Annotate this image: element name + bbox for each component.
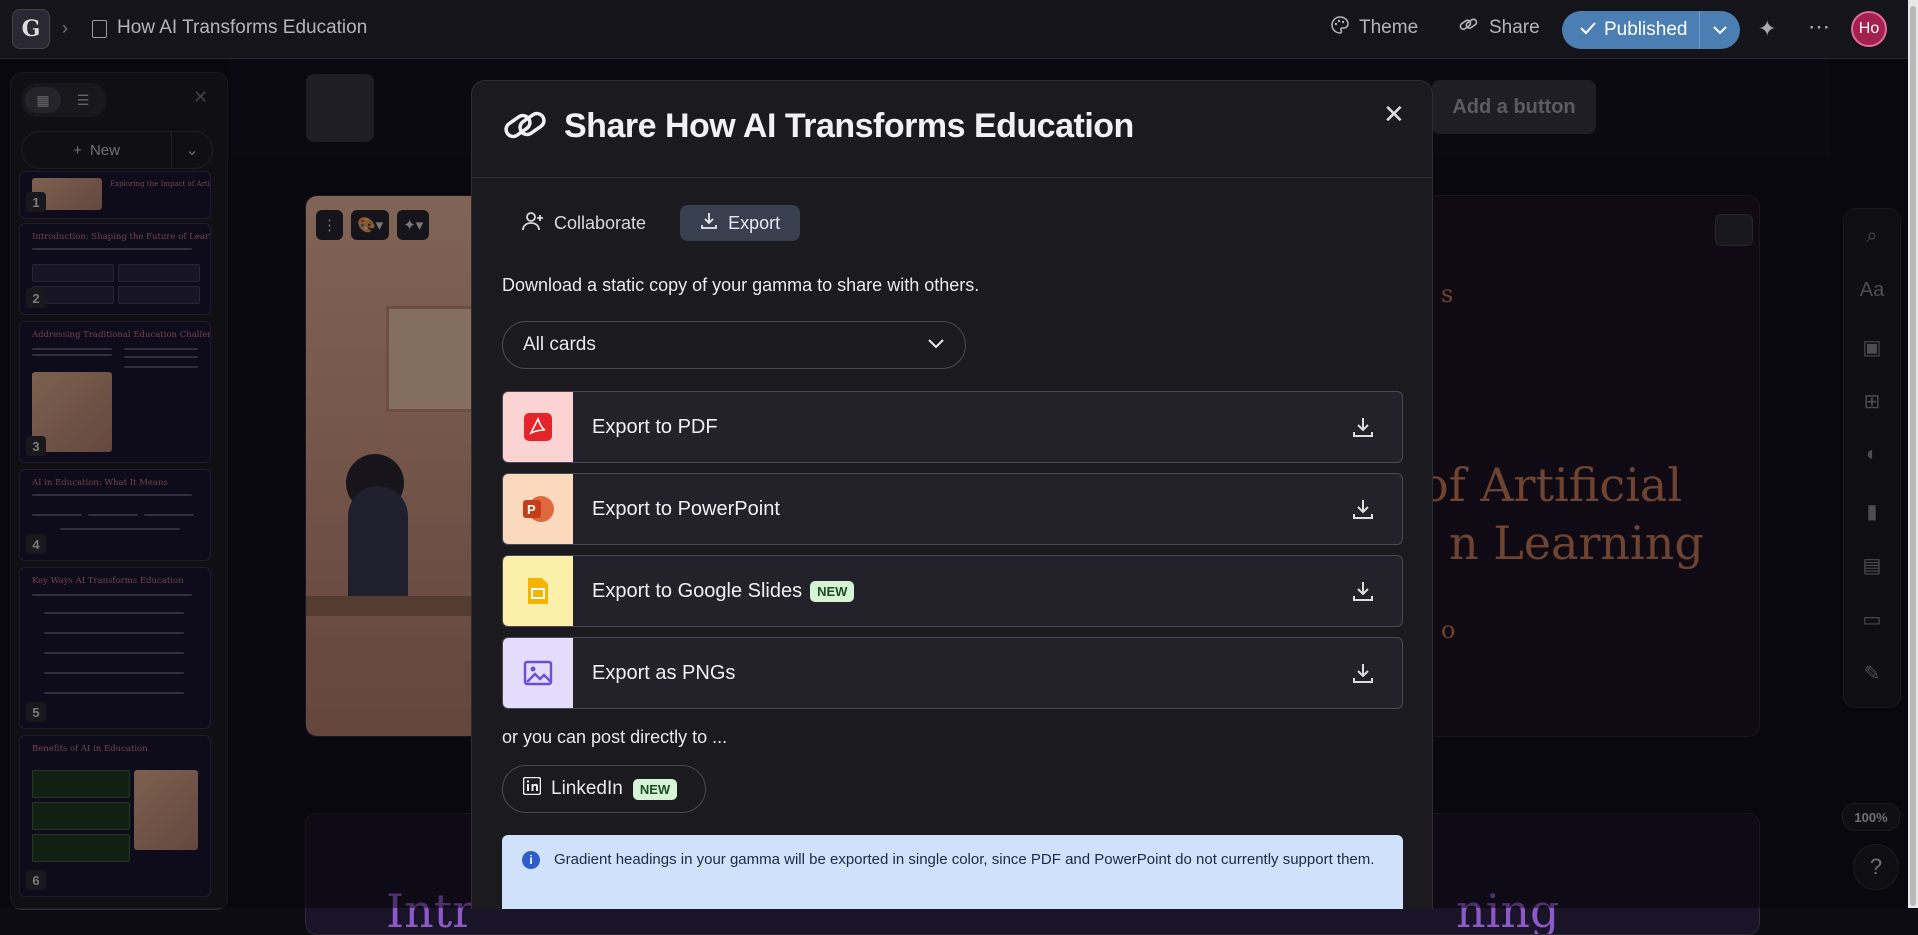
share-button[interactable]: Share — [1459, 16, 1540, 40]
tab-label: Export — [728, 212, 781, 233]
download-icon[interactable] — [1352, 662, 1374, 689]
sparkle-icon[interactable]: ✦ — [1758, 16, 1776, 42]
published-button[interactable]: Published — [1562, 11, 1740, 49]
powerpoint-icon: P — [503, 474, 573, 544]
more-icon[interactable]: ⋯ — [1808, 14, 1831, 40]
page-scrollbar[interactable] — [1908, 0, 1918, 908]
published-label: Published — [1604, 19, 1688, 40]
gamma-logo[interactable]: G — [12, 9, 50, 49]
link-icon — [502, 105, 548, 150]
tab-export[interactable]: Export — [680, 205, 801, 241]
image-icon — [503, 638, 573, 708]
theme-label: Theme — [1359, 17, 1419, 38]
post-directly-text: or you can post directly to ... — [502, 727, 728, 747]
google-slides-icon — [503, 556, 573, 626]
export-pngs-row[interactable]: Export as PNGs — [502, 637, 1403, 709]
info-text: Gradient headings in your gamma will be … — [554, 851, 1375, 868]
close-icon[interactable]: ✕ — [1383, 99, 1405, 130]
new-badge: NEW — [632, 778, 678, 800]
document-icon — [92, 20, 107, 38]
download-icon[interactable] — [1352, 498, 1374, 525]
download-icon[interactable] — [1352, 416, 1374, 443]
export-description: Download a static copy of your gamma to … — [502, 275, 980, 295]
gradient-info-notice: i Gradient headings in your gamma will b… — [502, 835, 1403, 909]
add-person-icon — [522, 211, 544, 236]
palette-icon — [1331, 16, 1349, 40]
linkedin-button[interactable]: LinkedIn NEW — [502, 765, 706, 813]
new-badge: NEW — [810, 580, 855, 602]
pdf-icon — [503, 392, 573, 462]
export-label: Export to PowerPoint — [592, 497, 780, 520]
modal-title: Share How AI Transforms Education — [564, 107, 1134, 145]
linkedin-label: LinkedIn — [551, 778, 623, 799]
download-icon — [700, 212, 718, 235]
chevron-down-icon[interactable] — [1698, 11, 1740, 49]
chevron-right-icon: › — [62, 18, 68, 38]
export-label: Export to PDF — [592, 415, 718, 438]
theme-button[interactable]: Theme — [1331, 16, 1418, 40]
download-icon[interactable] — [1352, 580, 1374, 607]
chevron-down-icon — [927, 334, 945, 356]
svg-text:P: P — [527, 502, 536, 517]
tab-label: Collaborate — [554, 212, 647, 233]
info-icon: i — [522, 851, 540, 869]
modal-header: Share How AI Transforms Education ✕ — [472, 81, 1432, 178]
export-google-slides-row[interactable]: Export to Google Slides NEW — [502, 555, 1403, 627]
export-label: Export as PNGs — [592, 661, 736, 684]
share-label: Share — [1489, 17, 1540, 38]
tab-collaborate[interactable]: Collaborate — [502, 205, 666, 241]
doc-title[interactable]: How AI Transforms Education — [117, 17, 367, 39]
link-icon — [1459, 16, 1479, 40]
share-modal: Share How AI Transforms Education ✕ Coll… — [471, 80, 1433, 909]
top-bar: G › How AI Transforms Education Theme Sh… — [0, 0, 1918, 59]
avatar[interactable]: Ho — [1851, 11, 1887, 47]
share-tabs: Collaborate Export — [502, 205, 801, 241]
check-icon — [1580, 19, 1596, 41]
linkedin-icon — [522, 776, 542, 801]
export-label: Export to Google Slides — [592, 579, 803, 602]
select-value: All cards — [523, 334, 596, 355]
export-pdf-row[interactable]: Export to PDF — [502, 391, 1403, 463]
cards-select[interactable]: All cards — [502, 321, 966, 369]
export-powerpoint-row[interactable]: P Export to PowerPoint — [502, 473, 1403, 545]
